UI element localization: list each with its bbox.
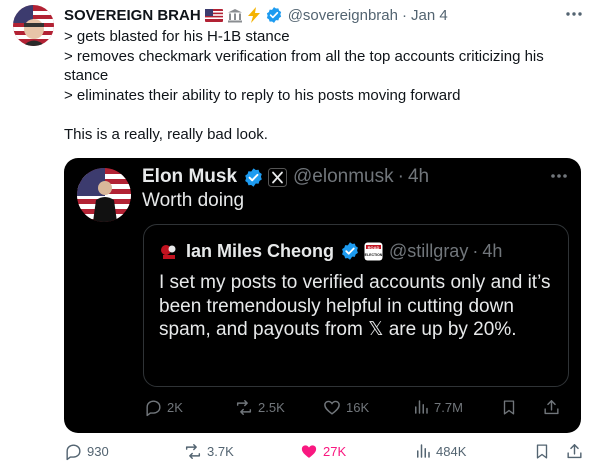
more-options-icon[interactable] — [563, 4, 585, 24]
x-logo-icon — [268, 167, 288, 187]
like-count: 27K — [323, 444, 347, 459]
repost-icon — [185, 444, 201, 459]
bookmark-button[interactable] — [500, 398, 518, 417]
repost-count: 2.5K — [258, 400, 285, 415]
nested-quote-header: Ian Miles Cheong ROAD ELECTION @stillgra… — [158, 239, 502, 263]
reply-count: 2K — [167, 400, 183, 415]
repost-icon — [236, 400, 252, 415]
nested-author-avatar[interactable] — [158, 240, 180, 262]
avatar[interactable] — [13, 5, 54, 46]
lightning-icon — [247, 7, 261, 23]
affiliate-badge-icon: ROAD ELECTION — [364, 242, 383, 261]
separator-dot: · — [401, 6, 407, 24]
us-flag-icon — [204, 8, 223, 22]
separator-dot: · — [397, 166, 404, 187]
verified-badge-icon — [340, 241, 360, 261]
bookmark-icon — [536, 444, 548, 459]
classical-building-icon — [227, 8, 243, 23]
more-options-icon[interactable] — [548, 166, 570, 186]
affiliate-badge-top-text: ROAD — [368, 245, 380, 250]
views-count: 7.7M — [434, 399, 463, 415]
quote-timestamp[interactable]: 4h — [408, 166, 429, 188]
share-icon — [544, 400, 559, 415]
like-button[interactable]: 16K — [322, 398, 369, 417]
repost-button[interactable]: 3.7K — [183, 442, 234, 461]
nested-author-handle[interactable]: @stillgray — [389, 241, 468, 262]
views-count: 484K — [436, 443, 467, 459]
reply-button[interactable]: 2K — [144, 398, 183, 417]
quote-author-handle[interactable]: @elonmusk — [293, 166, 394, 188]
nested-quote-card[interactable]: Ian Miles Cheong ROAD ELECTION @stillgra… — [143, 224, 569, 387]
quote-author-name[interactable]: Elon Musk — [142, 166, 237, 188]
views-button[interactable]: 484K — [414, 442, 466, 460]
reply-icon — [66, 444, 81, 461]
verified-badge-icon — [243, 167, 264, 188]
affiliate-badge-bottom-text: ELECTION — [365, 253, 383, 257]
share-icon — [567, 444, 582, 459]
bookmark-icon — [503, 400, 515, 415]
nested-timestamp[interactable]: 4h — [482, 241, 502, 262]
author-name[interactable]: SOVEREIGN BRAH — [64, 7, 201, 24]
heart-icon — [324, 400, 340, 415]
reply-icon — [146, 400, 161, 417]
views-bar-icon — [415, 400, 428, 414]
share-button[interactable] — [542, 398, 561, 417]
reply-button[interactable]: 930 — [64, 442, 109, 461]
separator-dot: · — [472, 240, 479, 261]
views-button[interactable]: 7.7M — [412, 398, 463, 416]
quote-text: Worth doing — [142, 190, 245, 211]
repost-count: 3.7K — [207, 444, 234, 459]
verified-badge-icon — [265, 6, 283, 24]
views-bar-icon — [417, 444, 430, 458]
share-button[interactable] — [565, 442, 584, 461]
post-timestamp[interactable]: Jan 4 — [411, 7, 448, 24]
author-handle[interactable]: @sovereignbrah — [288, 7, 398, 24]
post-text: > gets blasted for his H-1B stance > rem… — [64, 28, 544, 143]
quote-author-avatar[interactable] — [77, 168, 131, 222]
reply-count: 930 — [87, 444, 109, 459]
nested-quote-text: I set my posts to verified accounts only… — [159, 272, 551, 340]
like-count: 16K — [346, 400, 370, 415]
repost-button[interactable]: 2.5K — [234, 398, 285, 417]
heart-filled-icon — [301, 445, 317, 458]
nested-author-name[interactable]: Ian Miles Cheong — [186, 241, 334, 262]
post-header: SOVEREIGN BRAH @sovereignbrah · Jan 4 — [64, 5, 448, 25]
like-button[interactable]: 27K — [299, 442, 346, 461]
bookmark-button[interactable] — [533, 442, 551, 461]
quote-header: Elon Musk @elonmusk · 4h — [142, 164, 429, 190]
quoted-post-card[interactable]: Elon Musk @elonmusk · 4h Worth doing Ian… — [64, 158, 581, 433]
